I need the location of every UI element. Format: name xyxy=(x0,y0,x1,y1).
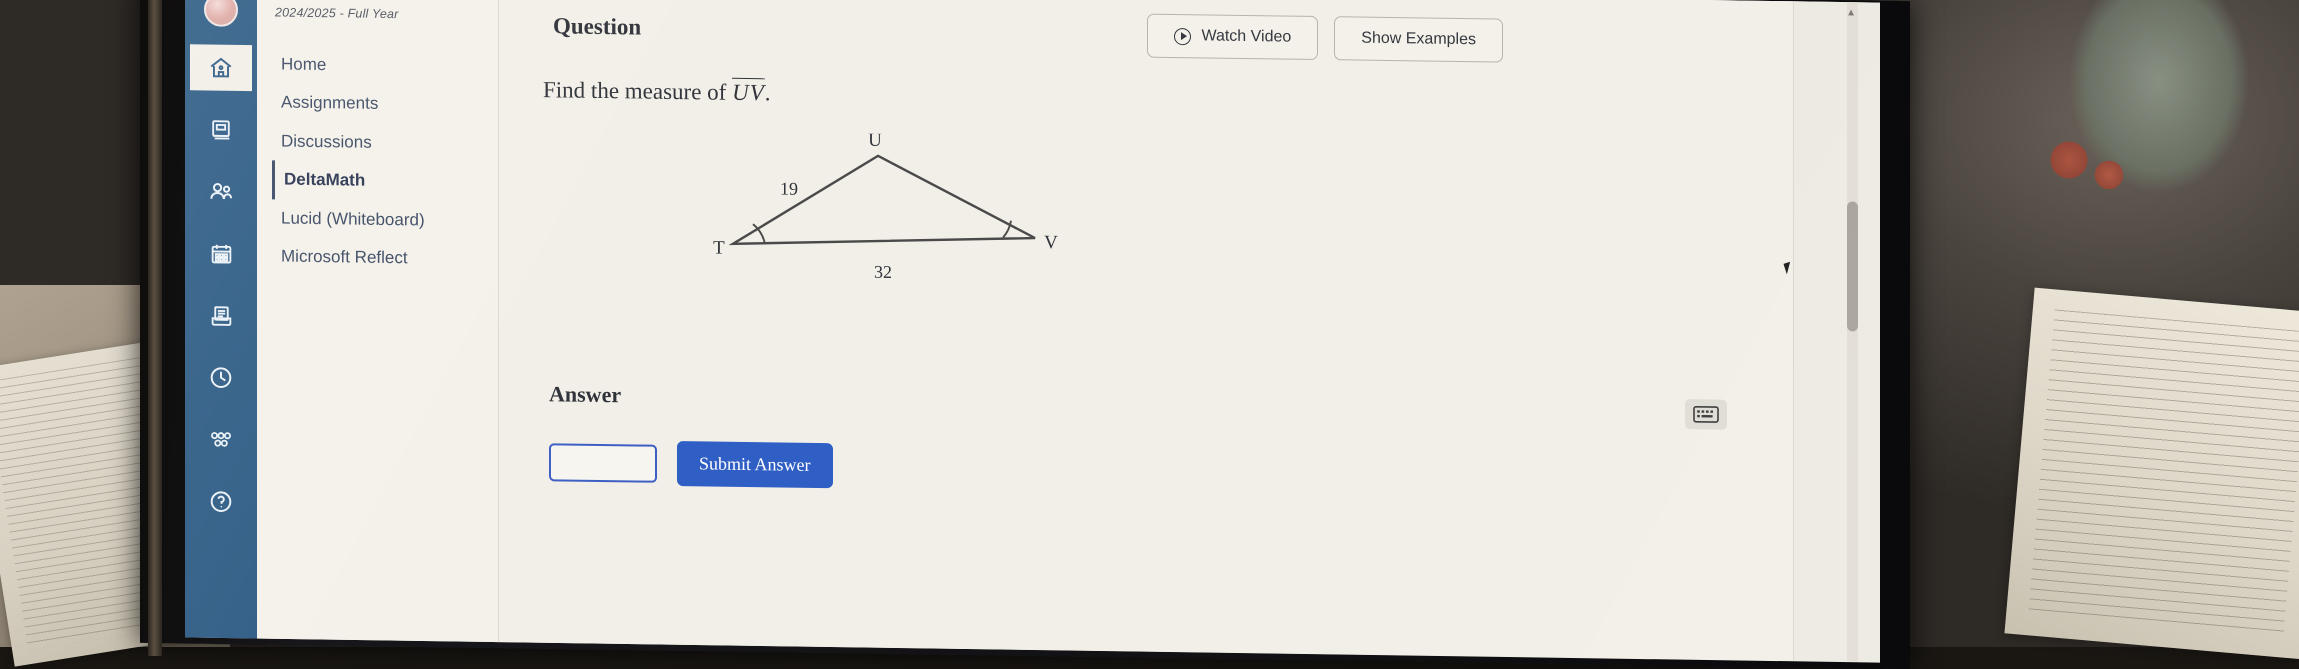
home-icon xyxy=(210,57,232,78)
prompt-prefix: Find the measure of xyxy=(543,77,733,105)
course-term-label: 2024/2025 - Full Year xyxy=(275,5,399,22)
global-icon-rail xyxy=(185,0,257,640)
inbox-icon xyxy=(211,305,231,326)
math-keyboard-button[interactable] xyxy=(1685,399,1727,430)
tablet-screen: 2024/2025 - Full Year Home Assignments D… xyxy=(185,0,1880,663)
tablet-bezel-edge xyxy=(148,0,162,657)
rail-item-inbox[interactable] xyxy=(190,292,252,339)
question-prompt: Find the measure of UV. xyxy=(543,77,1753,120)
nav-item-deltamath[interactable]: DeltaMath xyxy=(272,160,498,203)
rail-item-history[interactable] xyxy=(190,354,252,401)
vertex-label-v: V xyxy=(1044,232,1058,253)
submit-answer-button[interactable]: Submit Answer xyxy=(677,441,833,489)
nav-item-home[interactable]: Home xyxy=(275,45,498,87)
vertex-label-t: T xyxy=(713,238,725,259)
play-icon xyxy=(1174,27,1192,45)
keyboard-icon xyxy=(1693,405,1719,423)
triangle-outline xyxy=(728,154,1036,246)
user-avatar[interactable] xyxy=(204,0,238,27)
apps-icon xyxy=(211,432,231,447)
side-label-tv: 32 xyxy=(874,262,892,282)
answer-row: Submit Answer xyxy=(549,439,1753,501)
prompt-suffix: . xyxy=(764,80,771,106)
question-panel: Watch Video Show Examples Question Find … xyxy=(499,0,1794,661)
help-icon xyxy=(210,491,232,512)
wall-decoration xyxy=(1979,0,2259,230)
rail-item-courses[interactable] xyxy=(190,106,252,153)
rail-item-calendar[interactable] xyxy=(190,230,252,277)
calendar-icon xyxy=(211,244,231,264)
nav-item-lucid-whiteboard[interactable]: Lucid (Whiteboard) xyxy=(275,199,498,241)
history-icon xyxy=(210,367,232,388)
rail-item-groups[interactable] xyxy=(190,168,252,215)
answer-input[interactable] xyxy=(549,442,657,483)
nav-item-microsoft-reflect[interactable]: Microsoft Reflect xyxy=(275,237,498,279)
side-label-tu: 19 xyxy=(780,178,798,198)
rail-item-home[interactable] xyxy=(190,44,252,92)
show-examples-label: Show Examples xyxy=(1361,29,1476,49)
answer-heading: Answer xyxy=(549,381,622,408)
scroll-up-arrow[interactable]: ▲ xyxy=(1846,7,1856,18)
vertex-label-u: U xyxy=(868,131,882,151)
courses-icon xyxy=(211,119,230,140)
nav-item-discussions[interactable]: Discussions xyxy=(275,122,498,164)
paper-sheet-right xyxy=(2004,287,2299,660)
nav-item-assignments[interactable]: Assignments xyxy=(275,84,498,126)
segment-uv-label: UV xyxy=(732,77,765,106)
show-examples-button[interactable]: Show Examples xyxy=(1334,16,1503,63)
question-toolbar: Watch Video Show Examples xyxy=(1147,13,1503,63)
scrollbar-thumb[interactable] xyxy=(1847,201,1858,332)
right-gutter: ▲ xyxy=(1783,0,1880,662)
watch-video-label: Watch Video xyxy=(1201,27,1292,46)
course-navigation: 2024/2025 - Full Year Home Assignments D… xyxy=(257,0,499,643)
watch-video-button[interactable]: Watch Video xyxy=(1147,13,1319,60)
triangle-figure: U T V 19 32 xyxy=(703,130,1753,326)
paper-lines xyxy=(2028,309,2299,638)
rail-item-apps[interactable] xyxy=(190,416,252,463)
groups-icon xyxy=(209,182,232,199)
rail-item-help[interactable] xyxy=(190,478,252,525)
